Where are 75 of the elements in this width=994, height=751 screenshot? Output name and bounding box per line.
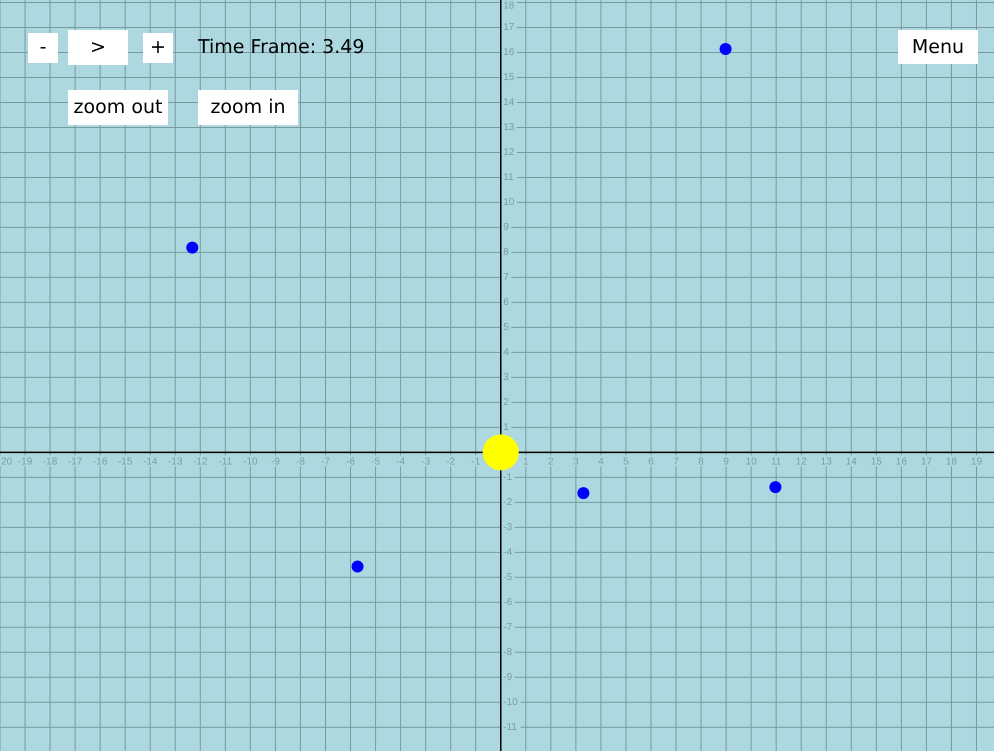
x-tick-label: -7 [321,456,330,468]
x-tick-label: 16 [896,456,907,468]
x-tick-label: 11 [770,456,782,468]
y-tick-label: -5 [503,572,512,583]
x-tick-label: 20 [1,456,12,468]
x-tick-label: 2 [548,456,554,468]
y-tick-label: 15 [503,72,514,83]
x-tick-label: 6 [648,456,654,468]
x-tick-label: 1 [523,456,529,468]
zoom-in-button[interactable]: zoom in [198,90,298,125]
x-tick-label: 7 [673,456,679,468]
x-tick-label: -1 [471,456,480,468]
x-tick-label: 13 [820,456,832,468]
y-tick-label: 13 [503,122,514,133]
y-tick-label: 11 [503,172,514,183]
increase-button[interactable]: + [143,32,173,62]
decrease-button[interactable]: - [28,32,58,62]
x-tick-label: -15 [118,456,132,468]
x-tick-label: -4 [396,456,406,468]
y-tick-label: 18 [503,0,514,12]
x-tick-label: 15 [870,456,882,468]
menu-button[interactable]: Menu [898,30,978,64]
x-tick-label: -6 [346,456,355,468]
y-tick-label: -11 [503,722,517,733]
y-tick-label: 14 [503,96,514,108]
y-tick-label: 17 [503,22,514,33]
y-tick-label: -7 [503,622,512,633]
x-tick-label: -17 [68,456,82,468]
x-tick-label: 5 [623,456,629,468]
x-tick-label: 12 [796,456,807,468]
x-tick-label: -5 [371,456,380,468]
y-tick-label: -8 [503,646,512,658]
y-tick-label: 1 [503,422,509,433]
y-tick-label: -3 [503,522,512,533]
x-tick-label: -8 [296,456,305,468]
x-tick-label: -3 [421,456,430,468]
x-tick-label: 10 [746,456,757,468]
y-tick-label: -6 [503,596,512,608]
x-tick-label: 8 [698,456,704,468]
y-tick-label: 8 [503,246,509,258]
y-tick-label: 7 [503,272,509,283]
x-tick-label: 18 [946,456,957,468]
y-tick-label: 9 [503,222,509,233]
x-tick-label: -19 [18,456,32,468]
y-tick-label: 4 [503,346,509,358]
x-tick-label: -13 [168,456,182,468]
y-tick-label: 5 [503,322,509,333]
x-tick-label: -16 [92,456,108,468]
play-button[interactable]: > [68,30,128,65]
x-tick-label: 19 [970,456,982,468]
y-tick-label: -2 [503,496,512,508]
y-tick-label: -1 [503,472,512,483]
y-tick-label: 10 [503,196,514,208]
x-tick-label: -10 [243,456,258,468]
x-tick-label: 17 [920,456,932,468]
time-frame-label: Time Frame: 3.49 [198,38,364,57]
y-tick-label: -9 [503,672,512,683]
y-tick-label: 2 [503,396,509,408]
x-tick-label: -2 [446,456,456,468]
x-tick-label: -9 [270,456,280,468]
x-tick-label: -11 [218,456,232,468]
x-tick-label: -14 [143,456,158,468]
x-tick-label: 4 [598,456,604,468]
y-tick-label: 6 [503,296,509,308]
x-tick-label: 9 [723,456,729,468]
y-tick-label: 12 [503,146,514,158]
x-tick-label: 14 [846,456,857,468]
zoom-out-button[interactable]: zoom out [68,90,168,125]
y-tick-label: -10 [503,696,518,708]
x-tick-label: -12 [193,456,208,468]
y-tick-label: 16 [503,46,514,58]
x-tick-label: 3 [573,456,579,468]
y-tick-label: -4 [503,546,512,558]
x-tick-label: -18 [42,456,58,468]
y-tick-label: 3 [503,372,509,383]
